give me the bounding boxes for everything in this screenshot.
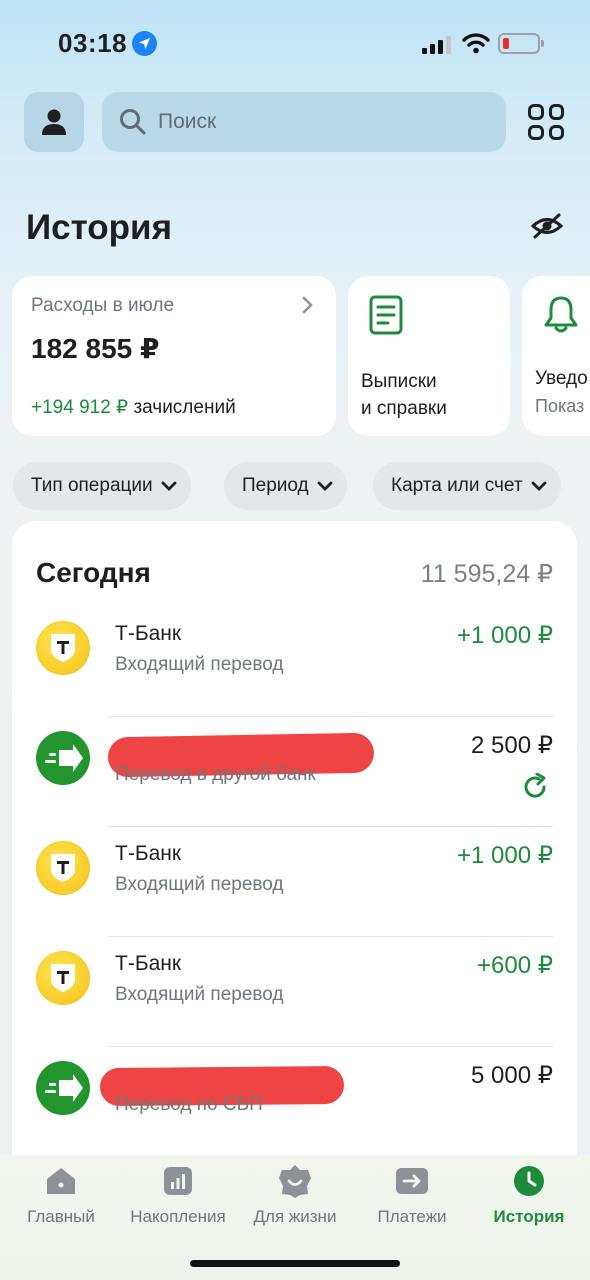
payments-icon [394, 1163, 430, 1199]
nav-lifestyle[interactable]: Для жизни [236, 1163, 354, 1227]
statements-card[interactable]: Выписки и справки [348, 276, 510, 436]
savings-chart-icon [160, 1163, 196, 1199]
income-label: зачислений [133, 397, 236, 418]
transaction-name: Т-Банк [115, 622, 182, 645]
day-total: 11 595,24 ₽ [420, 560, 553, 588]
clock-icon [511, 1163, 547, 1199]
statements-label: Выписки и справки [361, 371, 447, 419]
location-arrow-icon [132, 31, 157, 56]
filter-operation-type[interactable]: Тип операции [13, 462, 191, 510]
transaction-amount: 2 500 ₽ [471, 732, 553, 759]
transaction-name: Т-Банк [115, 952, 182, 975]
tbank-logo [36, 951, 90, 1005]
document-icon [368, 294, 404, 341]
expenses-label: Расходы в июле [31, 295, 175, 316]
transaction-amount: 5 000 ₽ [471, 1062, 553, 1089]
transaction-description: Входящий перевод [115, 654, 284, 675]
person-icon [42, 109, 66, 135]
transaction-description: Входящий перевод [115, 874, 284, 895]
nav-history[interactable]: История [470, 1163, 588, 1227]
expenses-card[interactable]: Расходы в июле 182 855 ₽ +194 912 ₽ зачи… [12, 276, 336, 436]
chevron-down-icon [531, 481, 546, 491]
apps-grid-icon[interactable] [528, 104, 564, 140]
nav-savings[interactable]: Накопления [119, 1163, 237, 1227]
nav-home[interactable]: Главный [2, 1163, 120, 1227]
transaction-name: Т-Банк [115, 842, 182, 865]
profile-button[interactable] [24, 92, 84, 152]
chevron-down-icon [317, 481, 333, 491]
transaction-amount: +1 000 ₽ [456, 842, 553, 869]
transaction-amount: +1 000 ₽ [456, 622, 553, 649]
income-amount: +194 912 ₽ [31, 397, 129, 418]
search-input[interactable]: Поиск [102, 92, 506, 152]
page-title: История [26, 208, 172, 247]
home-icon [43, 1163, 79, 1199]
nav-payments[interactable]: Платежи [353, 1163, 471, 1227]
search-icon [120, 109, 146, 135]
home-indicator[interactable] [190, 1260, 400, 1267]
cellular-signal-icon [422, 34, 452, 54]
status-time: 03:18 [58, 28, 127, 58]
filter-card-or-account[interactable]: Карта или счет [373, 462, 561, 510]
day-label: Сегодня [36, 557, 151, 588]
battery-icon [498, 33, 544, 54]
wifi-icon [462, 32, 490, 59]
refresh-icon[interactable] [521, 772, 549, 806]
transaction-row[interactable]: Т-Банк Входящий перевод +1 000 ₽ [12, 827, 577, 937]
transaction-row[interactable]: Т-Банк Входящий перевод +1 000 ₽ [12, 607, 577, 717]
transaction-row[interactable]: Т-Банк Входящий перевод +600 ₽ [12, 937, 577, 1047]
transfer-arrow-icon [36, 731, 90, 785]
tbank-logo [36, 621, 90, 675]
bell-icon [542, 294, 580, 339]
transaction-description: Входящий перевод [115, 984, 284, 1005]
income-summary: +194 912 ₽ зачислений [31, 396, 236, 419]
notifications-label: Уведо [535, 368, 588, 389]
transfer-arrow-icon [36, 1061, 90, 1115]
history-panel: Сегодня 11 595,24 ₽ Т-Банк Входящий пере… [12, 521, 577, 1201]
transaction-row[interactable]: Перевод по СБП 5 000 ₽ [12, 1047, 577, 1157]
notifications-sublabel: Показ [535, 396, 585, 416]
transaction-row[interactable]: Перевод в другой банк 2 500 ₽ [12, 717, 577, 827]
expenses-amount: 182 855 ₽ [31, 333, 160, 364]
hide-balance-eye-icon[interactable] [530, 212, 564, 245]
filter-period[interactable]: Период [224, 462, 347, 510]
lifestyle-icon [277, 1163, 313, 1199]
transaction-description: Перевод по СБП [115, 1094, 263, 1115]
tbank-logo [36, 841, 90, 895]
chevron-down-icon [161, 481, 177, 491]
chevron-right-icon [302, 296, 314, 319]
search-placeholder: Поиск [158, 110, 217, 133]
transaction-amount: +600 ₽ [477, 952, 553, 979]
transaction-description: Перевод в другой банк [115, 764, 316, 785]
notifications-card[interactable]: Уведо Показ [522, 276, 590, 436]
